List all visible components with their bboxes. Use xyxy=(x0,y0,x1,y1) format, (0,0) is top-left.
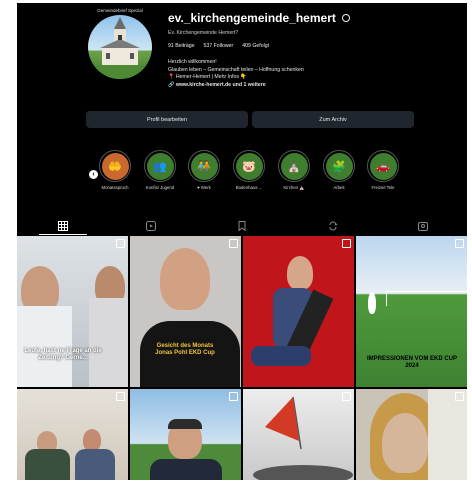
repost-icon xyxy=(329,221,338,231)
highlight-label: ♥ Werk xyxy=(197,185,211,190)
highlight-label: Konfis/ Jugend xyxy=(145,185,175,190)
flag-photo xyxy=(253,396,353,480)
highlight-label: Freizeit Tele xyxy=(371,185,395,190)
group-icon: 👥 xyxy=(146,152,174,180)
avatar[interactable] xyxy=(88,15,152,79)
post-tile[interactable]: Leute, hast ne Frage an die Zeitung? Ger… xyxy=(17,236,128,387)
post-tile[interactable] xyxy=(130,389,241,480)
grid-icon xyxy=(58,221,68,231)
people-icon: 🧑‍🤝‍🧑 xyxy=(190,152,218,180)
username-row: ev._kirchengemeinde_hemert xyxy=(168,11,350,25)
profile-tabs xyxy=(17,216,467,236)
profile-stats: 91 Beiträge 537 Follower 409 Gefolgt xyxy=(168,43,269,49)
church-icon: ⛪ xyxy=(280,152,308,180)
puzzle-icon: 🧩 xyxy=(325,152,353,180)
post-tile[interactable]: IMPRESSIONEN VOM EKD CUP 2024 xyxy=(356,236,467,387)
followers-count[interactable]: 537 Follower xyxy=(204,43,234,49)
highlight-label: Kirchen ⛪ xyxy=(283,185,305,190)
bio-link-text[interactable]: www.kirche-hemert.de und 1 weitere xyxy=(176,82,266,88)
video-badge-icon xyxy=(342,392,351,401)
post-tile[interactable] xyxy=(17,389,128,480)
highlight-freizeit[interactable]: 🚗 Freizeit Tele xyxy=(363,150,403,190)
highlight-monatsspruch[interactable]: 🤲 Monatsspruch xyxy=(95,150,135,190)
pig-icon: 🐷 xyxy=(235,152,263,180)
video-badge-icon xyxy=(116,239,125,248)
avatar-caption: Gemeindebrief Spezial xyxy=(97,8,143,13)
reposts-tab[interactable] xyxy=(327,220,339,232)
active-tab-indicator xyxy=(39,234,87,235)
profile-avatar-block[interactable]: Gemeindebrief Spezial xyxy=(82,8,158,79)
threads-icon[interactable] xyxy=(341,14,350,22)
post-tile[interactable] xyxy=(243,236,354,387)
posts-count: 91 Beiträge xyxy=(168,43,195,49)
highlight-label: Arbeit xyxy=(333,185,345,190)
video-badge-icon xyxy=(342,239,351,248)
username: ev._kirchengemeinde_hemert xyxy=(168,11,336,25)
post-tile[interactable] xyxy=(243,389,354,480)
bio-line: 📍 Hemer-Hemert | Mehr Infos 👇 xyxy=(168,74,247,80)
bio-link[interactable]: 🔗 www.kirche-hemert.de und 1 weitere xyxy=(168,82,304,90)
post-caption: Gesicht des Monats Jonas Pohl EKD Cup xyxy=(155,343,215,356)
scroll-left-icon[interactable]: ‹ xyxy=(89,170,98,179)
archive-button[interactable]: Zum Archiv xyxy=(252,111,414,128)
video-badge-icon xyxy=(116,392,125,401)
link-icon: 🔗 xyxy=(168,81,176,88)
grid-tab[interactable] xyxy=(57,220,69,232)
bio-line: Herzlich willkommen! xyxy=(168,59,217,65)
highlight-kirchen[interactable]: ⛪ Kirchen ⛪ xyxy=(274,150,314,191)
saved-tab[interactable] xyxy=(236,220,248,232)
profile-bio: Herzlich willkommen! Glauben leben – Gem… xyxy=(168,59,304,89)
highlight-label: Monatsspruch xyxy=(101,185,129,190)
following-count[interactable]: 409 Gefolgt xyxy=(242,43,269,49)
reels-icon xyxy=(146,221,156,231)
post-tile[interactable] xyxy=(356,389,467,480)
highlight-arbeit[interactable]: 🧩 Arbeit xyxy=(319,150,359,190)
reels-tab[interactable] xyxy=(145,220,157,232)
edit-profile-button[interactable]: Profil bearbeiten xyxy=(86,111,248,128)
highlight-label: Bodenhaus ... xyxy=(235,185,263,190)
video-badge-icon xyxy=(455,239,464,248)
post-tile[interactable]: Gesicht des Monats Jonas Pohl EKD Cup xyxy=(130,236,241,387)
highlight-bodenhaus[interactable]: 🐷 Bodenhaus ... xyxy=(229,150,269,190)
tagged-tab[interactable] xyxy=(417,220,429,232)
tagged-person-icon xyxy=(418,222,428,231)
bookmark-icon xyxy=(238,221,246,231)
profile-subtitle: Ev. Kirchengemeinde Hemert? xyxy=(168,30,239,36)
video-badge-icon xyxy=(229,392,238,401)
church-photo xyxy=(88,17,152,79)
bio-line: Glauben leben – Gemeinschaft teilen – Ho… xyxy=(168,66,304,73)
heart-hands-icon: 🤲 xyxy=(101,152,129,180)
video-badge-icon xyxy=(229,239,238,248)
story-highlights: 🤲 Monatsspruch 👥 Konfis/ Jugend 🧑‍🤝‍🧑 ♥ … xyxy=(89,150,409,198)
post-grid: Leute, hast ne Frage an die Zeitung? Ger… xyxy=(17,236,467,480)
profile-screen: Gemeindebrief Spezial ev._kirchengemeind… xyxy=(17,3,467,480)
car-icon: 🚗 xyxy=(369,152,397,180)
video-badge-icon xyxy=(455,392,464,401)
highlight-werk[interactable]: 🧑‍🤝‍🧑 ♥ Werk xyxy=(184,150,224,190)
highlight-konfis[interactable]: 👥 Konfis/ Jugend xyxy=(140,150,180,190)
post-caption: Leute, hast ne Frage an die Zeitung? Ger… xyxy=(24,348,102,361)
post-caption: IMPRESSIONEN VOM EKD CUP 2024 xyxy=(366,356,457,369)
